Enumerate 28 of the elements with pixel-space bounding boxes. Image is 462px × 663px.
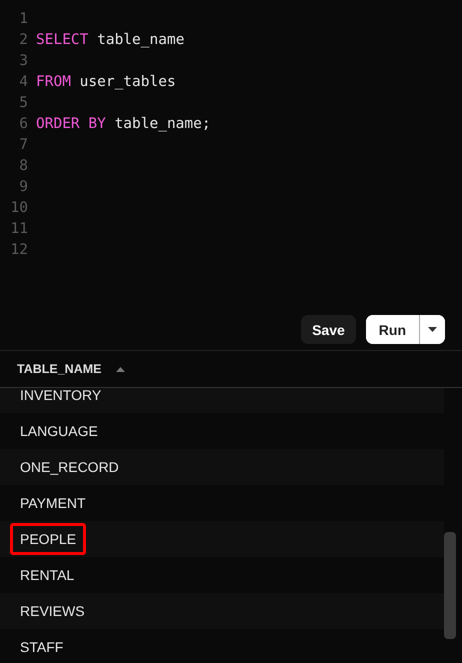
line-number: 10 xyxy=(10,200,29,216)
table-cell: PEOPLE xyxy=(10,523,86,555)
table-cell-text: STAFF xyxy=(19,638,64,657)
table-cell-text: PAYMENT xyxy=(19,494,87,513)
line-number: 5 xyxy=(18,94,29,110)
code-line: ORDER BY table_name; xyxy=(36,116,211,132)
line-number: 9 xyxy=(18,178,29,194)
line-number: 7 xyxy=(18,136,29,152)
line-number: 11 xyxy=(10,220,29,236)
table-cell-text: ONE_RECORD xyxy=(19,458,120,477)
code-line: SELECT table_name xyxy=(36,32,184,48)
run-button[interactable]: Run xyxy=(366,315,420,344)
line-number: 12 xyxy=(10,242,29,258)
table-cell-text: LANGUAGE xyxy=(19,422,99,441)
column-header[interactable]: TABLE_NAME xyxy=(17,362,102,376)
table-cell-text: RENTAL xyxy=(19,566,76,585)
line-number: 3 xyxy=(18,52,29,68)
line-number: 4 xyxy=(18,74,29,90)
scrollbar-thumb[interactable] xyxy=(444,532,456,639)
line-number: 6 xyxy=(18,116,29,132)
line-number: 8 xyxy=(18,158,29,174)
table-cell-text: REVIEWS xyxy=(19,602,86,621)
save-button[interactable]: Save xyxy=(301,315,356,344)
line-number: 2 xyxy=(18,32,29,48)
caret-icon xyxy=(428,327,437,332)
line-number: 1 xyxy=(18,10,29,26)
table-cell-text: INVENTORY xyxy=(19,388,102,405)
code-line: FROM user_tables xyxy=(36,74,176,90)
